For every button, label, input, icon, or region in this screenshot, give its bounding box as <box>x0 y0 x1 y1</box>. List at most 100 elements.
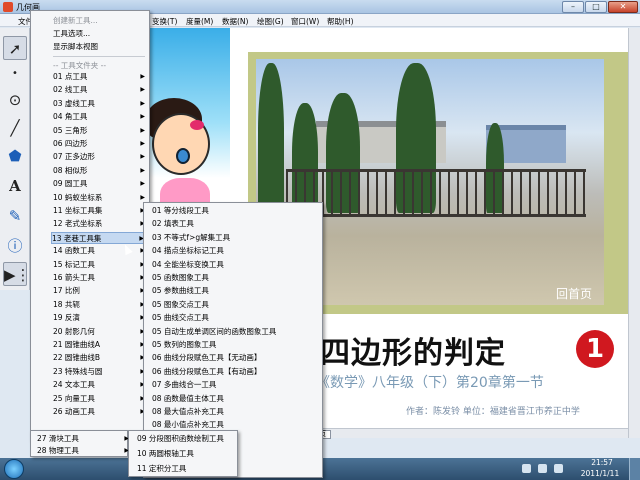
submenu-item[interactable]: 05 自动生成单调区间的函数图象工具 <box>152 326 322 338</box>
submenu-item[interactable]: 05 图象交点工具 <box>152 299 322 311</box>
custom-tools-icon[interactable]: ▶⋮ <box>3 262 31 286</box>
menu-tool-folder[interactable]: 26 动画工具▶ <box>53 406 147 418</box>
menu-tool-folder[interactable]: 15 标记工具▶ <box>53 259 147 271</box>
menu-tool-folder[interactable]: 12 老式坐标系▶ <box>53 218 147 230</box>
minimize-button[interactable]: – <box>562 1 584 13</box>
submenu-item[interactable]: 05 数列的图象工具 <box>152 339 322 351</box>
menu-tool-folder[interactable]: 27 滑块工具 ▶ <box>37 433 131 445</box>
straightedge-icon[interactable]: ╱ <box>3 116 27 140</box>
submenu-item[interactable]: 05 曲线交点工具 <box>152 312 322 324</box>
submenu-item[interactable]: 11 定积分工具 <box>137 463 307 475</box>
volume-icon[interactable] <box>554 464 563 473</box>
slide-author: 作者：陈发铃 单位：福建省晋江市养正中学 <box>406 407 580 417</box>
tree <box>258 63 284 213</box>
menu-show-script-view[interactable]: 显示脚本视图 <box>53 41 147 53</box>
custom-tools-menu-overflow: 27 滑块工具 ▶ 28 物理工具 ▶ <box>30 430 131 457</box>
menu-tool-folder[interactable]: 08 相似形 ▶ <box>53 165 147 177</box>
menu-tool-folder[interactable]: 10 蚂蚁坐标系 ▶ <box>53 192 147 204</box>
compass-circle-icon[interactable]: ⊙ <box>3 88 27 112</box>
polygon-icon[interactable]: ⬟ <box>3 144 27 168</box>
submenu-arrow-icon: ▶ <box>140 153 145 161</box>
menu-separator <box>53 56 145 57</box>
menu-tool-folder[interactable]: 17 比例▶ <box>53 285 147 297</box>
app-icon <box>3 2 13 12</box>
submenu-item[interactable]: 05 参数曲线工具 <box>152 285 322 297</box>
information-icon[interactable]: ⓘ <box>3 234 27 258</box>
menu-measure[interactable]: 度量(M) <box>186 16 213 27</box>
slide-subtitle: 《数学》八年级（下）第20章第一节 <box>316 375 544 391</box>
submenu-item[interactable]: 09 分段图积函数绘制工具 <box>137 433 307 445</box>
marker-pen-icon[interactable]: ✎ <box>3 204 27 228</box>
network-icon[interactable] <box>538 464 547 473</box>
submenu-item[interactable]: 06 曲线分段赋色工具【无动画】 <box>152 352 322 364</box>
menu-tool-folder[interactable]: 18 共轭▶ <box>53 299 147 311</box>
back-home-link[interactable]: 回首页 <box>556 285 592 302</box>
submenu-item[interactable]: 05 函数图象工具 <box>152 272 322 284</box>
menu-tool-folder[interactable]: 23 特殊线与圆▶ <box>53 366 147 378</box>
keyboard-icon[interactable] <box>522 464 531 473</box>
submenu-item[interactable]: 04 全能坐标变换工具 <box>152 259 322 271</box>
menu-tool-folder[interactable]: 06 四边形 ▶ <box>53 138 147 150</box>
menu-tool-options[interactable]: 工具选项... <box>53 28 147 40</box>
point-tool-icon[interactable]: • <box>3 62 27 86</box>
tool-palette: ➚ • ⊙ ╱ ⬟ A ✎ ⓘ ▶⋮ <box>0 28 31 290</box>
cartoon-eye <box>176 148 190 164</box>
menu-tool-folder[interactable]: 05 三角形 ▶ <box>53 125 147 137</box>
vertical-scrollbar[interactable] <box>628 28 640 438</box>
submenu-arrow-icon: ▶ <box>140 73 145 80</box>
menu-transform[interactable]: 变换(T) <box>152 16 177 27</box>
submenu-item[interactable]: 03 不等式f>g解集工具 <box>152 232 322 244</box>
menu-data[interactable]: 数据(N) <box>222 16 248 27</box>
text-tool-icon[interactable]: A <box>3 174 27 198</box>
submenu-item[interactable]: 02 填表工具 <box>152 218 322 230</box>
arrow-select-icon[interactable]: ➚ <box>3 36 27 60</box>
menu-tool-folder[interactable]: 22 圆锥曲线B▶ <box>53 352 147 364</box>
custom-tools-menu: 创建新工具... 工具选项... 显示脚本视图 -- 工具文件夹 -- 01 点… <box>30 10 150 440</box>
menu-tool-folder[interactable]: 24 文本工具▶ <box>53 379 147 391</box>
maximize-button[interactable]: □ <box>585 1 607 13</box>
menu-tool-folder[interactable]: 20 射影几何▶ <box>53 326 147 338</box>
menu-window[interactable]: 窗口(W) <box>291 16 319 27</box>
submenu-item[interactable]: 01 等分线段工具 <box>152 205 322 217</box>
show-desktop-button[interactable] <box>629 458 640 480</box>
tool-submenu-overflow: 09 分段图积函数绘制工具 10 两圆根轴工具 11 定积分工具 <box>128 430 238 477</box>
menu-tool-folder[interactable]: 19 反演▶ <box>53 312 147 324</box>
menu-tool-folder[interactable]: 28 物理工具 ▶ <box>37 445 131 457</box>
menu-tool-folder[interactable]: 07 正多边形 ▶ <box>53 151 147 163</box>
menu-tool-folder[interactable]: 03 虚线工具 ▶ <box>53 98 147 110</box>
submenu-arrow-icon: ▶ <box>140 86 145 94</box>
menu-help[interactable]: 帮助(H) <box>327 16 354 27</box>
submenu-arrow-icon: ▶ <box>140 126 145 134</box>
menu-tool-folder[interactable]: 04 角工具 ▶ <box>53 111 147 123</box>
submenu-item[interactable]: 08 函数最值主体工具 <box>152 393 322 405</box>
menu-tool-folder[interactable]: 02 线工具 ▶ <box>53 84 147 96</box>
submenu-item[interactable]: 10 两圆根轴工具 <box>137 448 307 460</box>
submenu-arrow-icon: ▶ <box>140 113 145 121</box>
submenu-arrow-icon: ▶ <box>140 140 145 147</box>
menu-tool-folder[interactable]: 25 向量工具▶ <box>53 393 147 405</box>
folding-gate <box>286 169 586 217</box>
submenu-arrow-icon: ▶ <box>140 99 145 107</box>
submenu-arrow-icon: ▶ <box>140 166 145 174</box>
menu-tool-folder[interactable]: 09 圆工具 ▶ <box>53 178 147 190</box>
menu-graph[interactable]: 绘图(G) <box>257 16 284 27</box>
windows-start-icon[interactable] <box>4 459 24 479</box>
submenu-item[interactable]: 06 曲线分段赋色工具【有动画】 <box>152 366 322 378</box>
close-icon: ✕ <box>619 2 627 11</box>
menu-create-new-tool[interactable]: 创建新工具... <box>53 15 147 27</box>
menu-tool-folder[interactable]: 01 点工具 ▶ <box>53 71 147 83</box>
submenu-item[interactable]: 08 最大值点补充工具 <box>152 406 322 418</box>
submenu-item[interactable]: 04 描点坐标标记工具 <box>152 245 322 257</box>
cartoon-bow <box>190 120 204 130</box>
lesson-number-badge: 1 <box>576 330 614 368</box>
clock-date[interactable]: 2011/1/11 <box>572 469 628 478</box>
maximize-icon: □ <box>592 2 600 11</box>
submenu-arrow-icon: ▶ <box>140 180 145 188</box>
close-button[interactable]: ✕ <box>608 1 638 13</box>
submenu-item[interactable]: 07 多曲线合一工具 <box>152 379 322 391</box>
menu-tool-folder[interactable]: 16 箭头工具▶ <box>53 272 147 284</box>
menu-tool-folder[interactable]: 11 坐标工具集▶ <box>53 205 147 217</box>
clock-time[interactable]: 21:57 <box>578 458 626 467</box>
menu-tool-folder[interactable]: 21 圆锥曲线A▶ <box>53 339 147 351</box>
menu-tool-folder[interactable]: 13 老巷工具集 ▶ <box>51 231 147 244</box>
